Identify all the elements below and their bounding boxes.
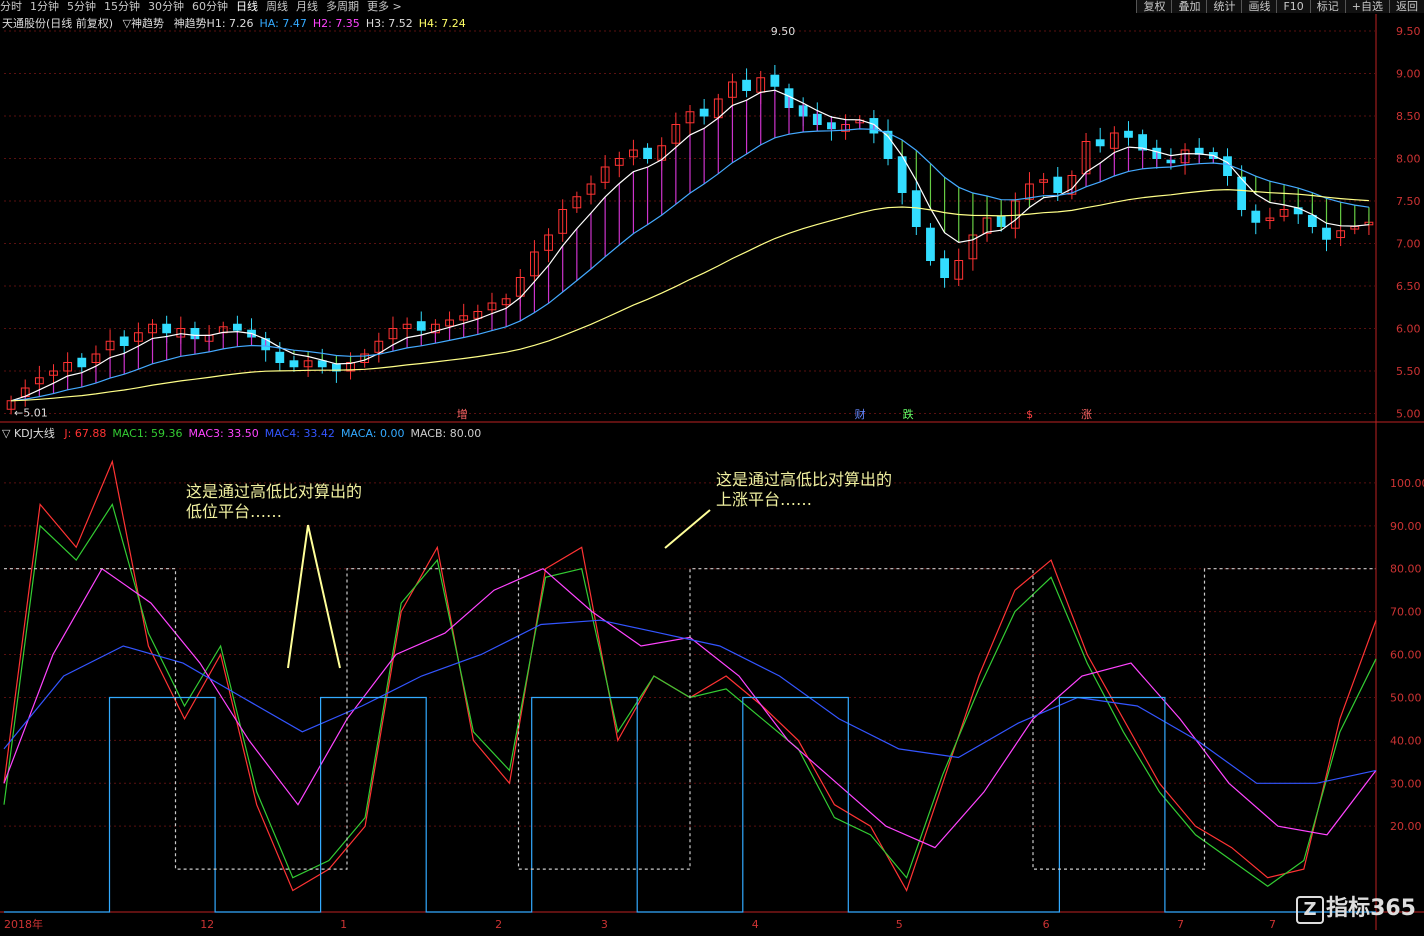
- annotation-low-line1: 这是通过高低比对算出的: [186, 482, 363, 501]
- x-tick-8: 7: [1177, 918, 1184, 931]
- high-mark: 9.50: [771, 25, 796, 38]
- x-tick-0: 2018年: [4, 917, 43, 931]
- x-tick-5: 4: [752, 918, 759, 931]
- candle-body-77: [1095, 139, 1105, 147]
- kdj-tick-5: 50.00: [1390, 691, 1422, 704]
- kdj-tick-0: 100.00: [1390, 477, 1424, 490]
- kdj-tick-8: 20.00: [1390, 820, 1422, 833]
- candle-body-52: [742, 79, 751, 92]
- kdj-tick-6: 40.00: [1390, 734, 1422, 747]
- kdj-tick-1: 90.00: [1390, 520, 1422, 533]
- candle-body-92: [1307, 214, 1317, 227]
- candle-body-29: [416, 321, 426, 331]
- candle-body-8: [119, 336, 129, 346]
- price-chart[interactable]: 9.50 9.00 8.50 8.00 7.50 7.00 6.50 6.00 5.50 5.00…: [0, 0, 1424, 936]
- x-tick-2: 1: [340, 918, 347, 931]
- candle-body-16: [232, 323, 242, 331]
- price-tick-5: 7.00: [1396, 238, 1421, 251]
- price-tick-0: 9.50: [1396, 25, 1421, 38]
- price-tick-7: 6.00: [1396, 323, 1421, 336]
- kdj-series-macb: [4, 568, 1376, 870]
- x-tick-4: 3: [601, 918, 608, 931]
- candle-body-65: [926, 227, 935, 261]
- low-mark: ←5.01: [14, 407, 48, 420]
- price-tick-1: 9.00: [1396, 68, 1421, 81]
- candle-body-88: [1251, 210, 1261, 223]
- candle-body-74: [1053, 176, 1063, 193]
- event-label-2: 跌: [903, 407, 914, 421]
- x-tick-9: 7: [1269, 918, 1276, 931]
- price-tick-9: 5.00: [1396, 408, 1421, 421]
- candle-body-11: [162, 323, 172, 334]
- price-tick-4: 7.50: [1396, 195, 1421, 208]
- logo-icon: Z: [1296, 896, 1325, 924]
- candle-body-22: [317, 360, 327, 368]
- candle-body-45: [643, 147, 652, 160]
- candle-body-79: [1124, 130, 1133, 138]
- kdj-tick-7: 30.00: [1390, 777, 1422, 790]
- annotation-low: 这是通过高低比对算出的 低位平台……: [186, 482, 362, 522]
- candle-body-5: [77, 357, 87, 368]
- kdj-tick-4: 60.00: [1390, 649, 1422, 662]
- x-tick-7: 6: [1043, 918, 1050, 931]
- candle-body-20: [289, 360, 299, 368]
- watermark-text: 指标365: [1326, 896, 1416, 921]
- x-tick-6: 5: [896, 918, 903, 931]
- annotation-arrow-up: [664, 509, 711, 549]
- candle-body-19: [275, 351, 285, 363]
- watermark: Z 指标365: [1296, 890, 1416, 924]
- annotation-arrow-low: [287, 524, 341, 669]
- candle-body-63: [897, 156, 907, 194]
- price-tick-3: 8.00: [1396, 153, 1421, 166]
- annotation-up: 这是通过高低比对算出的 上涨平台……: [716, 470, 892, 510]
- candle-body-66: [940, 258, 949, 278]
- candle-body-49: [699, 108, 709, 117]
- kdj-tick-3: 70.00: [1390, 606, 1422, 619]
- x-tick-1: 12: [200, 918, 214, 931]
- ma-long-line: [11, 188, 1369, 402]
- x-tick-3: 2: [495, 918, 502, 931]
- price-tick-8: 5.50: [1396, 365, 1421, 378]
- event-label-1: 财: [855, 407, 866, 421]
- candle-body-93: [1322, 227, 1331, 240]
- annotation-up-line2: 上涨平台……: [716, 490, 813, 509]
- kdj-tick-2: 80.00: [1390, 563, 1422, 576]
- price-tick-6: 6.50: [1396, 280, 1421, 293]
- event-label-0: 增: [457, 407, 468, 421]
- event-label-4: 涨: [1081, 408, 1092, 421]
- annotation-up-line1: 这是通过高低比对算出的: [716, 470, 893, 489]
- price-tick-2: 8.50: [1396, 110, 1421, 123]
- candle-body-54: [770, 74, 780, 87]
- event-label-3: $: [1026, 408, 1033, 421]
- annotation-low-line2: 低位平台……: [186, 502, 283, 521]
